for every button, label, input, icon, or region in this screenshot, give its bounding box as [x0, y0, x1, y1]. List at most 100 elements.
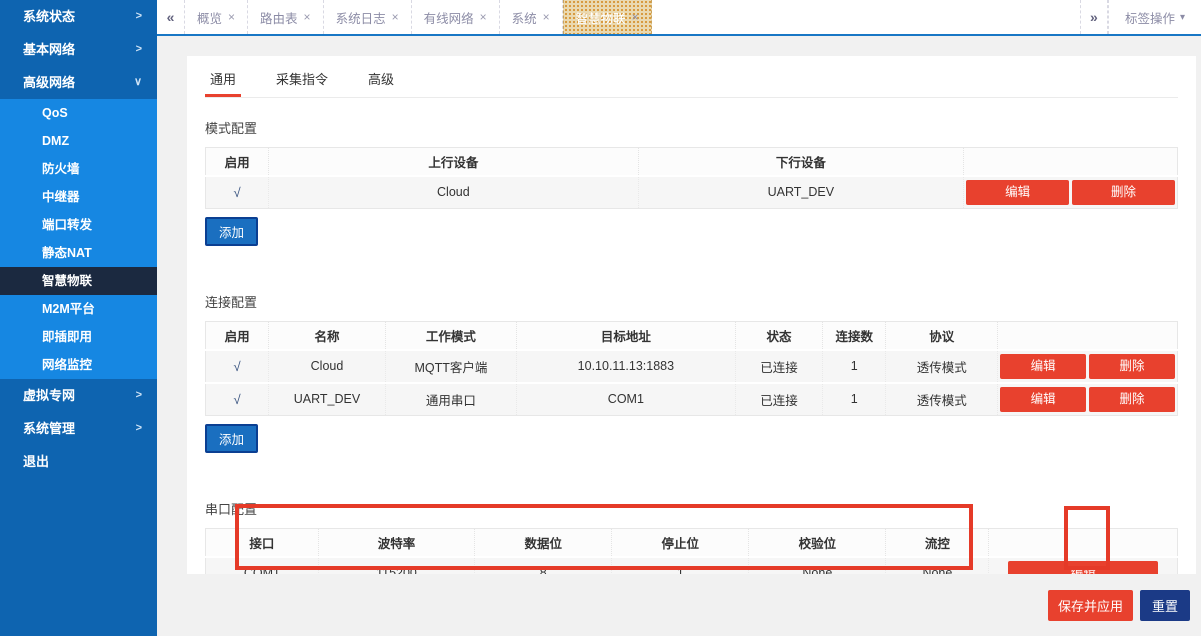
delete-button[interactable]: 删除	[1072, 179, 1176, 205]
close-tab-icon[interactable]: ×	[228, 10, 235, 24]
edit-button[interactable]: 编辑	[1000, 386, 1087, 412]
row-actions: 编辑	[988, 555, 1178, 574]
tab-label: 系统日志	[335, 11, 386, 26]
scroll-tabs-right-button[interactable]: »	[1079, 0, 1108, 34]
column-header: 数据位	[474, 528, 613, 557]
table-row: √ Cloud MQTT客户端 10.10.11.13:1883 已连接 1 透传模式 编辑删…	[205, 348, 1178, 383]
sidebar-subitem-repeater[interactable]: 中继器	[0, 183, 157, 211]
close-tab-icon[interactable]: ×	[543, 10, 550, 24]
edit-button[interactable]: 编辑	[1008, 560, 1159, 574]
table-cell: UART_DEV	[638, 174, 965, 209]
connection-config-section: 连接配置 启用 名称 工作模式 目标地址 状态 连接数 协议 √ Cloud MQTT客户端 10.…	[205, 292, 1178, 453]
chevron-down-icon: ∨	[133, 76, 142, 88]
row-actions: 编辑 删除	[997, 348, 1178, 383]
footer-buttons: 保存并应用 重置	[1047, 590, 1190, 621]
column-header: 上行设备	[268, 147, 639, 176]
content-card: 通用 采集指令 高级 模式配置 启用 上行设备 下行设备 √ Cloud UART_DEV…	[187, 56, 1196, 574]
table-cell: Cloud	[268, 174, 639, 209]
column-header: 连接数	[822, 321, 887, 350]
table-cell: 115200	[318, 555, 476, 574]
tab-system-log[interactable]: 系统日志 ×	[324, 0, 412, 34]
tab-routing-table[interactable]: 路由表 ×	[248, 0, 324, 34]
sidebar-item-basic-network[interactable]: 基本网络 >	[0, 33, 157, 66]
tab-label: 概览	[197, 11, 223, 26]
reset-button[interactable]: 重置	[1139, 590, 1190, 621]
sidebar-item-virtual-private-network[interactable]: 虚拟专网 >	[0, 379, 157, 412]
column-header: 状态	[735, 321, 824, 350]
sidebar-item-label: 系统状态	[23, 9, 76, 24]
scroll-tabs-left-button[interactable]: «	[157, 0, 185, 34]
sidebar-item-logout[interactable]: 退出	[0, 445, 157, 478]
sidebar-subitem-qos[interactable]: QoS	[0, 99, 157, 127]
tab-strip-right-controls: » 标签操作 ▾	[1079, 0, 1201, 34]
section-title: 模式配置	[205, 121, 258, 136]
tab-label: 智慧物联	[575, 11, 626, 26]
table-header-row: 接口 波特率 数据位 停止位 校验位 流控	[205, 528, 1178, 557]
chevron-right-icon: >	[135, 422, 142, 434]
tab-strip-bar: « 概览 × 路由表 × 系统日志 × 有线网络 × 系统 × 智慧物联 × » 标签操作 ▾	[157, 0, 1201, 36]
sidebar-subitem-plug-and-play[interactable]: 即插即用	[0, 323, 157, 351]
sidebar-subitem-static-nat[interactable]: 静态NAT	[0, 239, 157, 267]
close-tab-icon[interactable]: ×	[480, 10, 487, 24]
column-header: 校验位	[748, 528, 887, 557]
table-cell: √	[205, 381, 270, 416]
sidebar-item-system-status[interactable]: 系统状态 >	[0, 0, 157, 33]
table-row: √ Cloud UART_DEV 编辑 删除	[205, 174, 1178, 209]
serial-config-table: 接口 波特率 数据位 停止位 校验位 流控 COM1 115200 8 1 None None 编辑	[205, 528, 1178, 574]
column-header-actions	[997, 321, 1178, 350]
connection-config-table: 启用 名称 工作模式 目标地址 状态 连接数 协议 √ Cloud MQTT客户端 10.10.11…	[205, 321, 1178, 416]
sidebar-subitem-m2m-platform[interactable]: M2M平台	[0, 295, 157, 323]
table-row: √ UART_DEV 通用串口 COM1 已连接 1 透传模式 编辑 删除	[205, 381, 1178, 416]
tab-label: 系统	[511, 11, 537, 26]
table-cell: None	[748, 555, 887, 574]
delete-button[interactable]: 删除	[1089, 386, 1175, 412]
dropdown-arrow-icon: ▾	[1179, 11, 1185, 23]
chevron-right-icon: >	[135, 389, 142, 401]
tab-label: 路由表	[260, 11, 298, 26]
sidebar-item-label: 基本网络	[23, 42, 76, 57]
sidebar-item-label: 退出	[23, 454, 50, 469]
column-header: 接口	[205, 528, 319, 557]
sidebar-subitem-firewall[interactable]: 防火墙	[0, 155, 157, 183]
column-header: 工作模式	[385, 321, 518, 350]
section-title: 串口配置	[205, 502, 258, 517]
serial-config-section: 串口配置 接口 波特率 数据位 停止位 校验位 流控 COM1 115200 8 1 None Non…	[205, 499, 1178, 574]
sidebar-item-system-management[interactable]: 系统管理 >	[0, 412, 157, 445]
add-button[interactable]: 添加	[205, 217, 259, 246]
tag-operations-dropdown[interactable]: 标签操作 ▾	[1107, 0, 1201, 34]
tab-collect-command[interactable]: 采集指令	[271, 64, 333, 97]
close-tab-icon[interactable]: ×	[632, 10, 639, 24]
tab-wired-network[interactable]: 有线网络 ×	[412, 0, 500, 34]
close-tab-icon[interactable]: ×	[392, 10, 399, 24]
delete-button[interactable]: 删除	[1089, 353, 1175, 379]
chevron-right-icon: >	[135, 43, 142, 55]
sidebar-subitem-dmz[interactable]: DMZ	[0, 127, 157, 155]
tab-smart-iot[interactable]: 智慧物联 ×	[562, 0, 652, 34]
table-cell: COM1	[205, 555, 319, 574]
sidebar: 系统状态 > 基本网络 > 高级网络 ∨ QoS DMZ 防火墙 中继器 端口转发 静态N…	[0, 0, 157, 636]
table-cell: √	[205, 348, 270, 383]
add-button[interactable]: 添加	[205, 424, 259, 453]
table-cell: MQTT客户端	[385, 348, 518, 383]
table-cell: 10.10.11.13:1883	[516, 348, 736, 383]
table-header-row: 启用 名称 工作模式 目标地址 状态 连接数 协议	[205, 321, 1178, 350]
column-header: 波特率	[318, 528, 476, 557]
sidebar-subitem-smart-iot[interactable]: 智慧物联	[0, 267, 157, 295]
edit-button[interactable]: 编辑	[1000, 353, 1087, 379]
close-tab-icon[interactable]: ×	[304, 10, 311, 24]
tab-advanced[interactable]: 高级	[363, 64, 399, 97]
table-cell: 已连接	[735, 348, 824, 383]
edit-button[interactable]: 编辑	[966, 179, 1070, 205]
tab-general[interactable]: 通用	[205, 64, 242, 97]
table-cell: 已连接	[735, 381, 824, 416]
sidebar-subitem-port-forwarding[interactable]: 端口转发	[0, 211, 157, 239]
sidebar-item-advanced-network[interactable]: 高级网络 ∨	[0, 66, 157, 99]
save-and-apply-button[interactable]: 保存并应用	[1047, 590, 1133, 621]
row-actions: 编辑 删除	[963, 174, 1178, 209]
tab-system[interactable]: 系统 ×	[500, 0, 563, 34]
table-cell: 8	[474, 555, 613, 574]
column-header: 启用	[205, 321, 270, 350]
column-header: 流控	[885, 528, 990, 557]
tab-overview[interactable]: 概览 ×	[185, 0, 249, 34]
sidebar-subitem-network-monitor[interactable]: 网络监控	[0, 351, 157, 379]
